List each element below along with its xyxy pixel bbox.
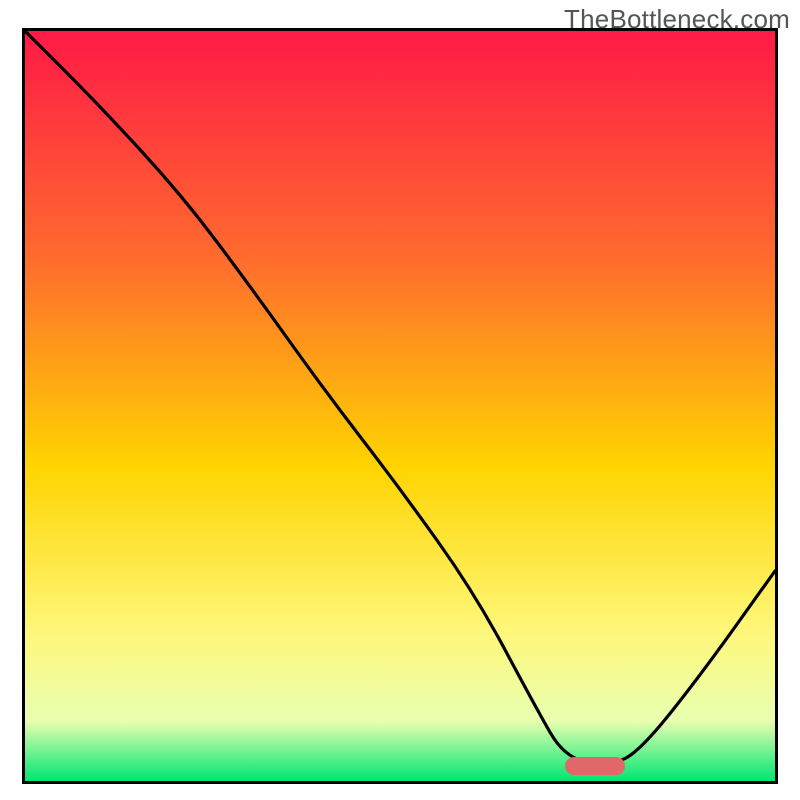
optimum-range-marker (565, 757, 625, 775)
plot-area (22, 28, 778, 784)
bottleneck-curve (25, 31, 775, 764)
chart-stage: TheBottleneck.com (0, 0, 800, 800)
bottleneck-curve-layer (25, 31, 775, 781)
